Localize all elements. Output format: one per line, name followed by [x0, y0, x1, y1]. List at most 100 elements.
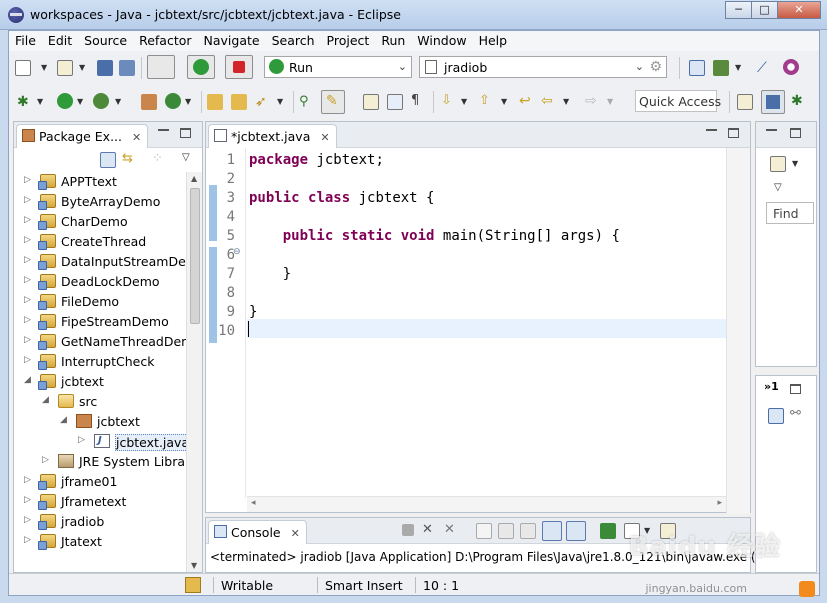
- menu-edit[interactable]: Edit: [42, 31, 78, 51]
- tree-item[interactable]: ▷ jframe01: [14, 472, 188, 492]
- new-task-icon[interactable]: [770, 156, 786, 172]
- collapsed-arrow-icon[interactable]: ▷: [24, 295, 31, 305]
- show-whitespace-icon[interactable]: ¶: [411, 93, 427, 109]
- word-wrap-console-icon[interactable]: [520, 523, 536, 539]
- collapsed-arrow-icon[interactable]: ▷: [24, 255, 31, 265]
- search-dropdown-icon[interactable]: ▼: [277, 97, 283, 106]
- menu-refactor[interactable]: Refactor: [133, 31, 197, 51]
- new-project-dropdown-icon[interactable]: ▼: [79, 63, 85, 72]
- new-dropdown-icon[interactable]: ▼: [41, 63, 47, 72]
- collapsed-arrow-icon[interactable]: ▷: [24, 315, 31, 325]
- collapsed-arrow-icon[interactable]: ▷: [24, 195, 31, 205]
- new-icon[interactable]: [15, 60, 31, 76]
- debug-dropdown-icon[interactable]: ▼: [37, 97, 43, 106]
- tree-item[interactable]: ▷ FileDemo: [14, 292, 188, 312]
- collapsed-arrow-icon[interactable]: ▷: [24, 175, 31, 185]
- open-perspective-icon[interactable]: [737, 94, 753, 110]
- tree-item[interactable]: ▷ InterruptCheck: [14, 352, 188, 372]
- maximize-view-icon[interactable]: [790, 384, 801, 394]
- annotation-dropdown-icon[interactable]: ▼: [735, 63, 741, 72]
- tree-item[interactable]: ▷ CreateThread: [14, 232, 188, 252]
- tree-item[interactable]: ◢ src: [14, 392, 188, 412]
- editor-horizontal-scrollbar[interactable]: ◂ ▸: [247, 496, 726, 512]
- close-tab-icon[interactable]: ✕: [320, 131, 329, 144]
- show-stdout-icon[interactable]: [542, 521, 562, 541]
- clear-console-icon[interactable]: [476, 523, 492, 539]
- collapsed-arrow-icon[interactable]: ▷: [78, 435, 85, 445]
- collapsed-arrow-icon[interactable]: ▷: [24, 215, 31, 225]
- maximize-view-icon[interactable]: [180, 128, 191, 138]
- package-explorer-scrollbar[interactable]: ▲ ▼: [186, 172, 202, 572]
- save-all-icon[interactable]: [119, 60, 135, 76]
- view-menu-icon[interactable]: ▽: [774, 182, 782, 193]
- launch-mode-combo[interactable]: Run ⌄: [264, 56, 412, 78]
- forward-dropdown-icon[interactable]: ▼: [607, 97, 613, 106]
- java-perspective-button[interactable]: [761, 90, 785, 114]
- menu-search[interactable]: Search: [266, 31, 321, 51]
- menu-project[interactable]: Project: [321, 31, 376, 51]
- last-edit-location-icon[interactable]: ↩: [519, 93, 535, 109]
- tab-jcbtext-java[interactable]: *jcbtext.java ✕: [208, 124, 337, 148]
- code-line[interactable]: public class jcbtext {: [249, 190, 434, 209]
- pin-icon[interactable]: ⟋: [757, 60, 773, 76]
- block-selection-icon[interactable]: [363, 94, 379, 110]
- collapsed-arrow-icon[interactable]: ▷: [24, 495, 31, 505]
- open-type-icon[interactable]: [207, 94, 223, 110]
- tree-item[interactable]: ◢ jcbtext: [14, 412, 188, 432]
- scroll-lock-icon[interactable]: [498, 523, 514, 539]
- scroll-down-icon[interactable]: ▼: [191, 561, 197, 570]
- search-flashlight-icon[interactable]: ➶: [255, 94, 271, 110]
- code-line[interactable]: public static void main(String[] args) {: [249, 228, 620, 247]
- external-tools-dropdown-icon[interactable]: ▼: [115, 97, 121, 106]
- scroll-thumb[interactable]: [190, 188, 200, 324]
- remove-all-icon[interactable]: ✕: [444, 522, 460, 538]
- view-menu-icon[interactable]: ▽: [182, 152, 190, 163]
- maximize-button[interactable]: □: [751, 1, 778, 19]
- tab-console[interactable]: Console ✕: [208, 520, 307, 544]
- next-annotation-dropdown-icon[interactable]: ▼: [461, 97, 467, 106]
- new-java-project-icon[interactable]: [57, 60, 73, 76]
- tree-item[interactable]: ▷ Jframetext: [14, 492, 188, 512]
- collapsed-arrow-icon[interactable]: ▷: [24, 235, 31, 245]
- code-line[interactable]: }: [249, 304, 257, 323]
- menu-help[interactable]: Help: [473, 31, 514, 51]
- minimize-view-icon[interactable]: [766, 128, 777, 131]
- menu-source[interactable]: Source: [78, 31, 133, 51]
- hierarchy-icon[interactable]: ⚯: [790, 406, 806, 422]
- collapsed-arrow-icon[interactable]: ▷: [24, 335, 31, 345]
- help-icon[interactable]: [783, 59, 799, 75]
- tree-item[interactable]: ▷ CharDemo: [14, 212, 188, 232]
- code-line[interactable]: }: [249, 266, 291, 285]
- collapsed-arrow-icon[interactable]: ▷: [42, 455, 49, 465]
- open-folder-icon[interactable]: [231, 94, 247, 110]
- run-button[interactable]: [187, 55, 215, 79]
- tree-item[interactable]: ▷ DeadLockDemo: [14, 272, 188, 292]
- menu-navigate[interactable]: Navigate: [198, 31, 266, 51]
- forward-arrow-icon[interactable]: ⇨: [585, 93, 601, 109]
- gear-icon[interactable]: ⚙: [649, 59, 662, 75]
- toggle-mark-occurrences-icon[interactable]: ⚲: [299, 94, 315, 110]
- console-view-icon[interactable]: [689, 60, 705, 76]
- show-stderr-icon[interactable]: [566, 521, 586, 541]
- external-tools-icon[interactable]: [93, 93, 109, 109]
- tree-item[interactable]: ▷ jcbtext.java: [14, 432, 188, 452]
- expanded-arrow-icon[interactable]: ◢: [24, 375, 31, 385]
- tab-package-explorer[interactable]: Package Ex... ✕: [16, 124, 149, 148]
- debug-perspective-icon[interactable]: ✱: [791, 93, 807, 109]
- minimize-button[interactable]: ─: [725, 1, 752, 19]
- back-arrow-icon[interactable]: ⇦: [541, 93, 557, 109]
- tree-item[interactable]: ▷ DataInputStreamDem: [14, 252, 188, 272]
- terminate-button[interactable]: [225, 55, 253, 79]
- new-package-icon[interactable]: [141, 94, 157, 110]
- scroll-up-icon[interactable]: ▲: [191, 174, 197, 183]
- tree-item[interactable]: ▷ jradiob: [14, 512, 188, 532]
- tree-item[interactable]: ◢ jcbtext: [14, 372, 188, 392]
- annotation-icon[interactable]: [713, 60, 729, 76]
- maximize-editor-icon[interactable]: [728, 128, 739, 138]
- code-line[interactable]: package jcbtext;: [249, 152, 384, 171]
- next-annotation-icon[interactable]: ⇩: [441, 93, 457, 109]
- more-views-chevron[interactable]: »1: [764, 380, 779, 393]
- tree-item[interactable]: ▷ ByteArrayDemo: [14, 192, 188, 212]
- menu-window[interactable]: Window: [411, 31, 472, 51]
- terminate-icon[interactable]: [402, 524, 414, 536]
